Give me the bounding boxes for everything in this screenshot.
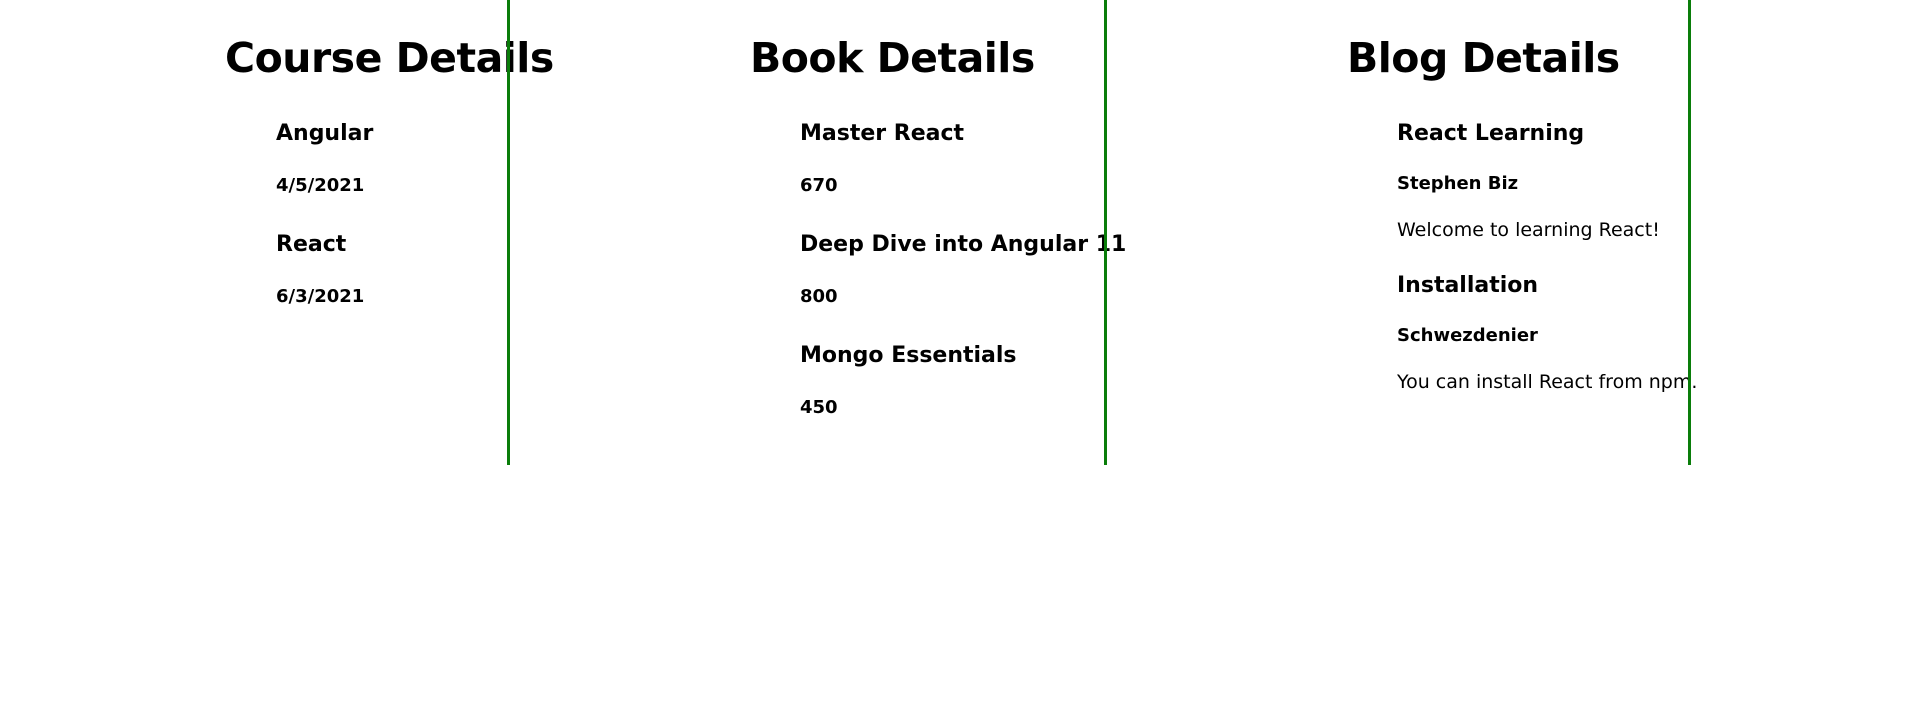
blog-title: Installation	[1397, 273, 1539, 298]
book-price: 450	[800, 397, 838, 418]
book-details-title: Book Details	[750, 34, 1035, 82]
blog-item: React Learning Stephen Biz Welcome to le…	[1397, 120, 1697, 272]
blog-author: Schwezdenier	[1397, 325, 1538, 346]
book-item: Deep Dive into Angular 11 800	[800, 231, 1126, 342]
column-divider	[1104, 0, 1107, 465]
book-item: Master React 670	[800, 120, 1126, 231]
blog-item: Installation Schwezdenier You can instal…	[1397, 272, 1697, 424]
course-name: Angular	[276, 121, 374, 146]
course-details-title: Course Details	[225, 34, 554, 82]
course-list: Angular 4/5/2021 React 6/3/2021	[276, 120, 373, 342]
blog-author: Stephen Biz	[1397, 173, 1519, 194]
course-item: React 6/3/2021	[276, 231, 373, 342]
blog-details-title: Blog Details	[1347, 34, 1620, 82]
column-divider	[507, 0, 510, 465]
book-name: Deep Dive into Angular 11	[800, 232, 1127, 257]
blog-content: Welcome to learning React!	[1397, 219, 1660, 241]
course-item: Angular 4/5/2021	[276, 120, 373, 231]
course-date: 6/3/2021	[276, 286, 365, 307]
book-price: 800	[800, 286, 838, 307]
course-date: 4/5/2021	[276, 175, 365, 196]
book-item: Mongo Essentials 450	[800, 342, 1126, 453]
book-price: 670	[800, 175, 838, 196]
course-name: React	[276, 232, 347, 257]
blog-title: React Learning	[1397, 121, 1585, 146]
book-name: Mongo Essentials	[800, 343, 1017, 368]
column-divider	[1688, 0, 1691, 465]
book-list: Master React 670 Deep Dive into Angular …	[800, 120, 1126, 453]
blog-content: You can install React from npm.	[1397, 371, 1698, 393]
book-name: Master React	[800, 121, 965, 146]
app-root: Course Details Angular 4/5/2021 React 6/…	[0, 0, 1906, 716]
blog-list: React Learning Stephen Biz Welcome to le…	[1397, 120, 1697, 424]
